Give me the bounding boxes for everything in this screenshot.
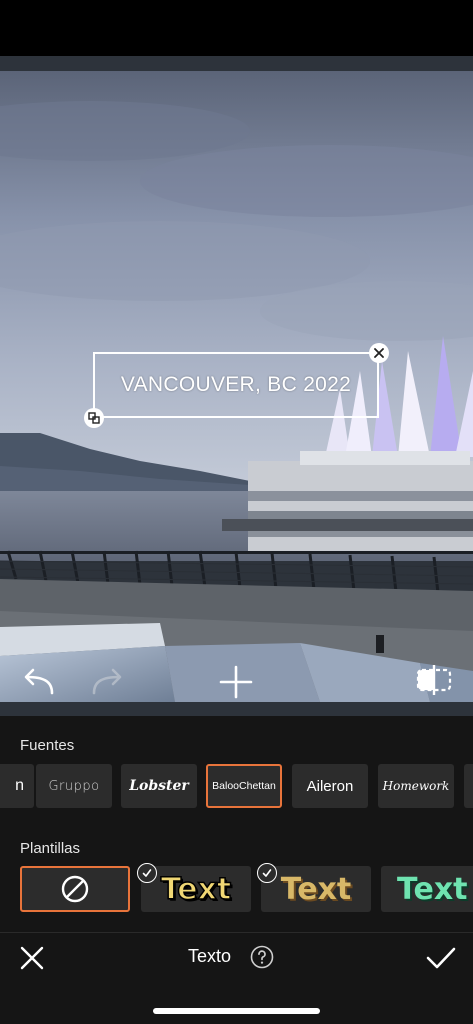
checkmark-small-icon	[262, 869, 272, 877]
template-check-badge	[137, 863, 157, 883]
compare-icon	[416, 665, 452, 695]
font-chip-label: Aileron	[306, 777, 354, 795]
template-check-badge	[257, 863, 277, 883]
templates-section-label: Plantillas	[20, 840, 81, 857]
compare-button[interactable]	[412, 660, 456, 700]
template-yellow-text[interactable]: Text	[141, 866, 251, 912]
checkmark-small-icon	[142, 869, 152, 877]
bottom-divider	[0, 932, 473, 933]
cancel-button[interactable]	[16, 942, 48, 974]
status-bar-area	[0, 0, 473, 56]
add-text-button[interactable]	[216, 662, 256, 702]
redo-icon	[92, 668, 122, 695]
template-text-label: Text	[397, 871, 468, 907]
remove-text-button[interactable]	[369, 343, 389, 363]
redo-button[interactable]	[88, 662, 128, 702]
plus-icon	[219, 665, 253, 699]
text-overlay-box[interactable]: VANCOUVER, BC 2022	[93, 352, 379, 418]
no-template-icon	[61, 875, 89, 903]
font-chip-lobster[interactable]: Lobster	[121, 764, 197, 808]
close-small-icon	[374, 348, 384, 358]
font-chip-baloochettan[interactable]: BalooChettan	[206, 764, 282, 808]
scale-icon	[88, 412, 100, 424]
font-chip-aileron[interactable]: Aileron	[292, 764, 368, 808]
fonts-section-label: Fuentes	[20, 737, 75, 754]
home-indicator[interactable]	[153, 1008, 320, 1014]
font-chip-label: Gruppo	[48, 778, 100, 794]
resize-text-handle[interactable]	[84, 408, 104, 428]
confirm-button[interactable]	[424, 942, 458, 974]
font-carousel[interactable]: n Gruppo Lobster BalooChettan Aileron Ho…	[0, 764, 473, 808]
text-overlay-label[interactable]: VANCOUVER, BC 2022	[121, 373, 351, 397]
template-mint-text[interactable]: Text	[381, 866, 473, 912]
undo-button[interactable]	[18, 662, 58, 702]
font-chip-partial-right[interactable]	[464, 764, 473, 808]
help-button[interactable]	[249, 944, 275, 970]
font-chip-label: Homework	[382, 779, 450, 793]
screen-title: Texto	[188, 946, 232, 966]
help-icon	[250, 945, 274, 969]
undo-icon	[24, 668, 54, 695]
font-chip-label: n	[15, 777, 24, 794]
template-text-label: Text	[280, 871, 352, 907]
font-chip-label: Lobster	[129, 778, 189, 794]
font-chip-partial[interactable]: n	[0, 764, 34, 808]
font-chip-gruppo[interactable]: Gruppo	[36, 764, 112, 808]
font-chip-homework[interactable]: Homework	[378, 764, 454, 808]
template-none[interactable]	[20, 866, 130, 912]
template-text-label: Text	[160, 871, 232, 908]
template-carousel[interactable]: Text Text Text	[0, 866, 473, 912]
font-chip-label: BalooChettan	[212, 780, 276, 792]
template-gold-text[interactable]: Text	[261, 866, 371, 912]
checkmark-icon	[426, 947, 456, 969]
close-icon	[20, 946, 44, 970]
